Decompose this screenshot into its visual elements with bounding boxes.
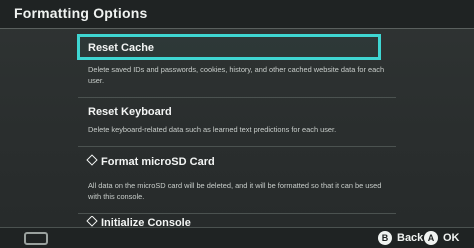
option-title: Reset Keyboard: [88, 106, 172, 118]
ok-label: OK: [443, 232, 460, 244]
diamond-icon: [86, 216, 98, 227]
page-title: Formatting Options: [14, 5, 148, 21]
option-reset-cache[interactable]: Reset Cache Delete saved IDs and passwor…: [78, 34, 390, 94]
option-title: Reset Cache: [88, 42, 155, 54]
back-label: Back: [397, 232, 424, 244]
option-reset-keyboard[interactable]: Reset Keyboard Delete keyboard-related d…: [78, 100, 390, 144]
divider: [78, 213, 396, 214]
option-description: Delete saved IDs and passwords, cookies,…: [88, 65, 385, 85]
option-description: All data on the microSD card will be del…: [88, 181, 382, 201]
controller-icon: [24, 232, 48, 245]
footer-bar: B Back A OK: [0, 227, 474, 248]
option-description: Delete keyboard-related data such as lea…: [88, 125, 337, 134]
ok-button[interactable]: A OK: [424, 231, 460, 245]
settings-screen: Formatting Options Reset Cache Delete sa…: [0, 0, 474, 248]
divider: [78, 146, 396, 147]
option-title-row: Format microSD Card: [86, 154, 215, 168]
header-bar: Formatting Options: [0, 0, 474, 28]
header-divider: [0, 28, 474, 29]
divider: [78, 97, 396, 98]
back-button[interactable]: B Back: [378, 231, 423, 245]
a-button-icon: A: [424, 231, 438, 245]
option-format-microsd[interactable]: Format microSD Card All data on the micr…: [78, 150, 390, 212]
option-title: Format microSD Card: [101, 156, 215, 168]
b-button-icon: B: [378, 231, 392, 245]
diamond-icon: [86, 154, 98, 166]
